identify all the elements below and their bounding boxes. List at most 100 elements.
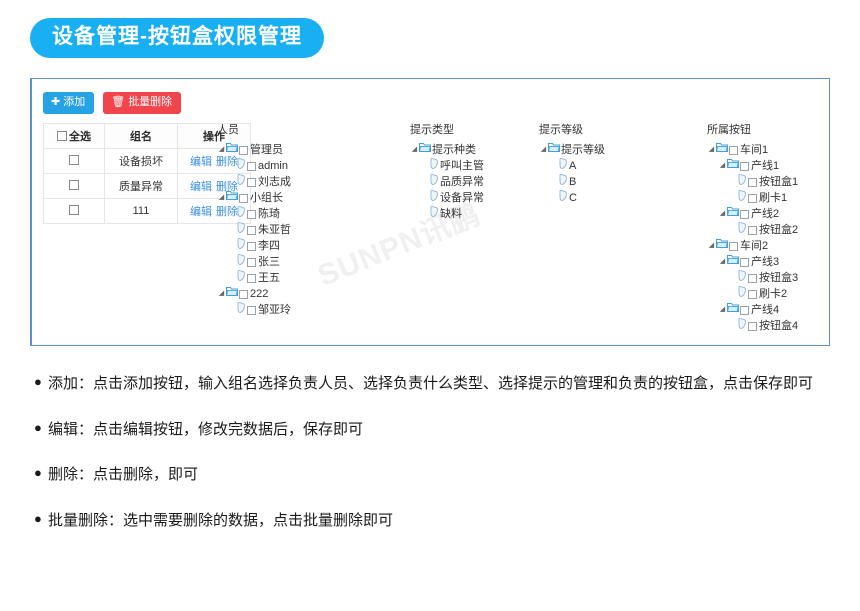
instruction-text: 删除：点击删除，即可 — [48, 466, 199, 484]
tree-node-checkbox[interactable] — [247, 177, 256, 187]
leaf-node-icon — [738, 286, 747, 302]
tree-node-checkbox[interactable] — [729, 241, 738, 251]
tree-node-label: 管理员 — [250, 144, 283, 156]
tree-node-leaf[interactable]: · 张三 — [217, 254, 291, 270]
row-checkbox[interactable] — [69, 180, 79, 190]
row-checkbox[interactable] — [69, 155, 79, 165]
row-checkbox[interactable] — [69, 205, 79, 215]
tree-column-alert-level: 提示等级 ◢提示等级·A·B·C — [539, 121, 605, 206]
tree-node-leaf[interactable]: · 王五 — [217, 270, 291, 286]
tree-node-checkbox[interactable] — [247, 241, 256, 251]
tree-node-leaf[interactable]: · 按钮盒3 — [707, 270, 798, 286]
tree-node-label: 按钮盒1 — [759, 176, 799, 188]
tree-node-checkbox[interactable] — [247, 273, 256, 283]
tree-node-leaf[interactable]: · 呼叫主管 — [410, 158, 484, 174]
tree-node-checkbox[interactable] — [740, 161, 749, 171]
tree-node-leaf[interactable]: · 邹亚玲 — [217, 302, 291, 318]
edit-link[interactable]: 编辑 — [190, 181, 212, 193]
tree-node-folder[interactable]: ◢ 车间1 — [707, 142, 798, 158]
toolbar: ✚ 添加 🗑 批量删除 — [43, 92, 182, 114]
tree-node-folder[interactable]: ◢ 提示等级 — [539, 142, 605, 158]
leaf-node-icon — [738, 190, 747, 206]
tree-node-leaf[interactable]: ·B — [539, 174, 605, 190]
tree-node-checkbox[interactable] — [247, 305, 256, 315]
tree-expand-arrow-icon[interactable]: ◢ — [718, 206, 727, 222]
tree-node-label: 小组长 — [250, 192, 283, 204]
tree-node-leaf[interactable]: · 刘志成 — [217, 174, 291, 190]
tree-node-checkbox[interactable] — [740, 257, 749, 267]
folder-icon — [716, 142, 728, 158]
tree-node-leaf[interactable]: ·C — [539, 190, 605, 206]
row-select-cell — [43, 198, 105, 224]
batch-delete-button[interactable]: 🗑 批量删除 — [103, 92, 182, 114]
tree-spacer: · — [421, 158, 430, 174]
folder-icon — [226, 286, 238, 302]
tree-expand-arrow-icon[interactable]: ◢ — [707, 238, 716, 254]
tree-node-folder[interactable]: ◢ 产线2 — [707, 206, 798, 222]
tree-node-checkbox[interactable] — [729, 145, 738, 155]
tree-node-leaf[interactable]: · 刷卡1 — [707, 190, 798, 206]
tree-node-label: A — [569, 160, 577, 172]
tree-node-folder[interactable]: ◢ 产线3 — [707, 254, 798, 270]
tree-node-checkbox[interactable] — [247, 257, 256, 267]
tree-node-checkbox[interactable] — [740, 209, 749, 219]
tree-node-checkbox[interactable] — [239, 289, 248, 299]
edit-link[interactable]: 编辑 — [190, 156, 212, 168]
tree-node-label: 按钮盒2 — [759, 224, 799, 236]
edit-link[interactable]: 编辑 — [190, 206, 212, 218]
tree-node-checkbox[interactable] — [247, 161, 256, 171]
folder-icon — [727, 206, 739, 222]
tree-expand-arrow-icon[interactable]: ◢ — [707, 142, 716, 158]
tree-expand-arrow-icon[interactable]: ◢ — [718, 158, 727, 174]
tree-node-folder[interactable]: ◢ 管理员 — [217, 142, 291, 158]
tree-node-folder[interactable]: ◢ 产线1 — [707, 158, 798, 174]
tree-node-checkbox[interactable] — [748, 289, 757, 299]
tree-expand-arrow-icon[interactable]: ◢ — [718, 302, 727, 318]
tree-node-leaf[interactable]: · 按钮盒2 — [707, 222, 798, 238]
tree-expand-arrow-icon[interactable]: ◢ — [217, 142, 226, 158]
row-group-name: 111 — [104, 198, 178, 224]
tree-node-label: 李四 — [258, 240, 280, 252]
tree-expand-arrow-icon[interactable]: ◢ — [217, 286, 226, 302]
tree-node-leaf[interactable]: · 李四 — [217, 238, 291, 254]
tree-node-folder[interactable]: ◢ 提示种类 — [410, 142, 484, 158]
tree-node-folder[interactable]: ◢ 小组长 — [217, 190, 291, 206]
tree-title-alert-level: 提示等级 — [539, 124, 583, 136]
tree-node-checkbox[interactable] — [239, 193, 248, 203]
tree-node-checkbox[interactable] — [748, 321, 757, 331]
tree-node-leaf[interactable]: · 刷卡2 — [707, 286, 798, 302]
tree-node-checkbox[interactable] — [748, 193, 757, 203]
tree-node-leaf[interactable]: · 品质异常 — [410, 174, 484, 190]
tree-node-leaf[interactable]: · 按钮盒4 — [707, 318, 798, 334]
select-all-checkbox[interactable] — [57, 131, 67, 141]
tree-expand-arrow-icon[interactable]: ◢ — [718, 254, 727, 270]
bullet-icon: ● — [34, 374, 42, 389]
tree-node-leaf[interactable]: ·A — [539, 158, 605, 174]
tree-node-leaf[interactable]: · 缺料 — [410, 206, 484, 222]
tree-node-folder[interactable]: ◢ 产线4 — [707, 302, 798, 318]
tree-node-checkbox[interactable] — [748, 225, 757, 235]
tree-node-checkbox[interactable] — [748, 177, 757, 187]
tree-expand-arrow-icon[interactable]: ◢ — [539, 142, 548, 158]
tree-node-leaf[interactable]: · 陈琦 — [217, 206, 291, 222]
tree-expand-arrow-icon[interactable]: ◢ — [410, 142, 419, 158]
trash-icon: 🗑 — [111, 96, 126, 108]
folder-icon — [727, 302, 739, 318]
tree-node-folder[interactable]: ◢ 222 — [217, 286, 291, 302]
tree-node-leaf[interactable]: · admin — [217, 158, 291, 174]
tree-node-checkbox[interactable] — [247, 209, 256, 219]
tree-node-checkbox[interactable] — [247, 225, 256, 235]
tree-spacer: · — [729, 286, 738, 302]
tree-node-checkbox[interactable] — [239, 145, 248, 155]
tree-node-checkbox[interactable] — [740, 305, 749, 315]
add-button[interactable]: ✚ 添加 — [43, 92, 95, 114]
tree-spacer: · — [228, 254, 237, 270]
tree-node-leaf[interactable]: · 按钮盒1 — [707, 174, 798, 190]
leaf-node-icon — [738, 174, 747, 190]
tree-node-leaf[interactable]: · 朱亚哲 — [217, 222, 291, 238]
tree-node-label: 王五 — [258, 272, 280, 284]
tree-expand-arrow-icon[interactable]: ◢ — [217, 190, 226, 206]
tree-node-folder[interactable]: ◢ 车间2 — [707, 238, 798, 254]
tree-node-leaf[interactable]: · 设备异常 — [410, 190, 484, 206]
tree-node-checkbox[interactable] — [748, 273, 757, 283]
